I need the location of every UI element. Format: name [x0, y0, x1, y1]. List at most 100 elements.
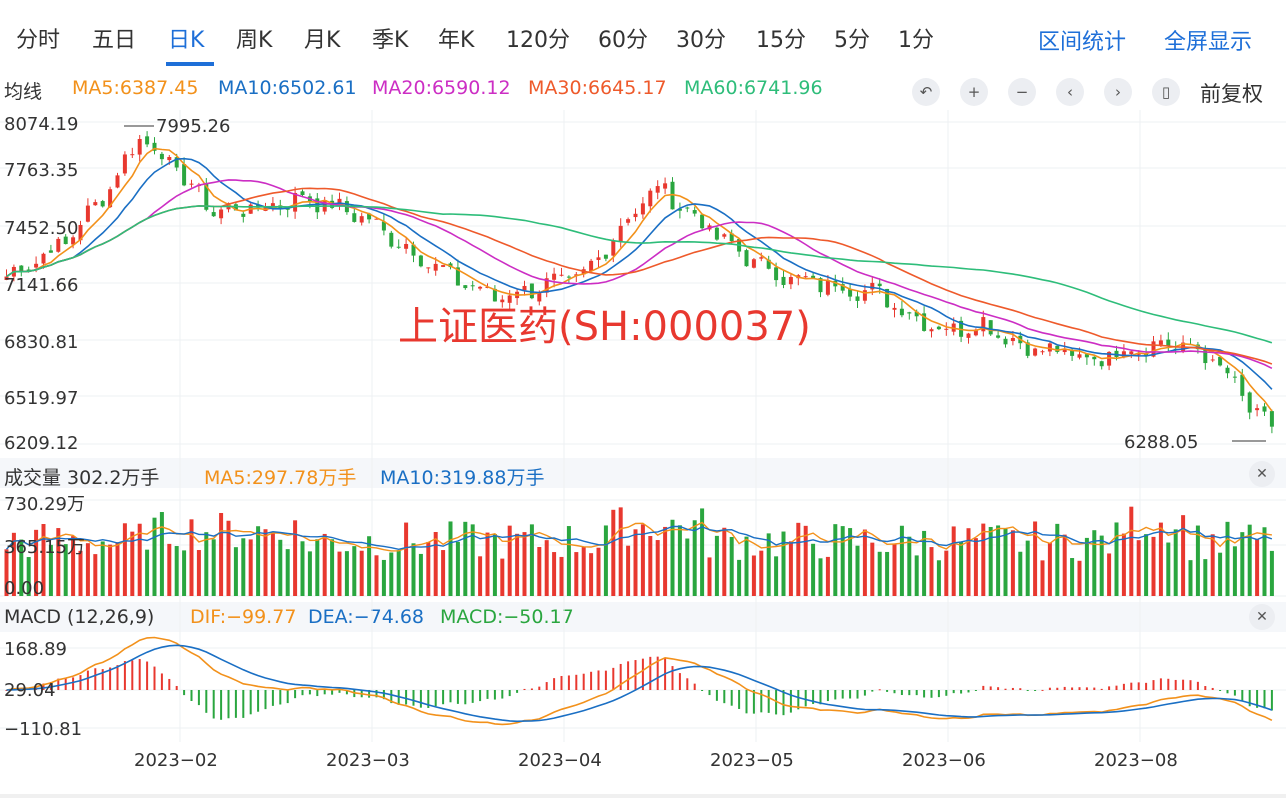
max-price-label: 7995.26 — [156, 116, 230, 137]
volume-bar — [263, 529, 268, 596]
candle-body — [433, 263, 438, 271]
volume-bar — [833, 524, 838, 596]
macd-bar — [220, 690, 223, 720]
candle-body — [1099, 361, 1104, 367]
volume-bar — [196, 550, 201, 596]
candle-body — [825, 280, 830, 295]
macd-bar — [294, 690, 297, 699]
macd-bar — [1004, 688, 1007, 690]
candle-body — [1269, 411, 1274, 427]
macd-bar — [1130, 682, 1133, 690]
candle-body — [56, 238, 61, 252]
volume-bar — [907, 536, 912, 596]
volume-bar — [1218, 552, 1223, 596]
volume-bar — [596, 547, 601, 596]
volume-bar — [537, 547, 542, 596]
volume-bar — [500, 558, 505, 596]
volume-bar — [359, 550, 364, 596]
macd-bar — [434, 690, 437, 707]
candle-body — [19, 265, 24, 272]
price-axis: 8074.19 7763.35 7452.50 7141.66 6830.81 … — [4, 114, 78, 454]
volume-bar — [640, 524, 645, 596]
candle-body — [611, 240, 616, 256]
volume-bar — [1232, 546, 1237, 596]
candle-body — [1158, 340, 1163, 345]
date-tick: 2023−03 — [326, 750, 410, 771]
candle-body — [944, 328, 949, 330]
candle-body — [389, 232, 394, 247]
volume-bar — [411, 543, 416, 596]
macd-bar — [678, 673, 681, 690]
macd-bar — [930, 690, 933, 698]
candle-body — [700, 214, 705, 229]
volume-bar — [137, 523, 142, 596]
candle-body — [189, 183, 194, 185]
volume-bar — [418, 553, 423, 596]
macd-bar — [419, 690, 422, 708]
candle-body — [1077, 354, 1082, 358]
candlesticks — [4, 131, 1274, 434]
candle-body — [781, 276, 786, 285]
candle-body — [1247, 392, 1252, 413]
macd-bar — [989, 686, 992, 690]
candle-body — [396, 246, 401, 248]
macd-bar — [886, 690, 889, 692]
volume-bar — [219, 512, 224, 596]
candle-body — [137, 138, 142, 155]
macd-bar — [1152, 680, 1155, 690]
volume-bar — [211, 539, 216, 596]
volume-bar — [759, 550, 764, 596]
macd-bar — [153, 666, 156, 690]
macd-bar — [686, 678, 689, 690]
macd-bar — [1100, 688, 1103, 690]
macd-bar — [730, 690, 733, 706]
stock-chart[interactable]: 上证医药(SH:000037) 7995.26 6288.05 8074.19 … — [0, 0, 1286, 798]
candle-body — [130, 154, 135, 156]
volume-bar — [1269, 550, 1274, 596]
volume-bar — [404, 522, 409, 596]
macd-bar — [471, 690, 474, 703]
candle-body — [426, 267, 431, 269]
volume-bar — [337, 551, 342, 596]
volume-bar — [751, 555, 756, 596]
macd-bar — [1056, 687, 1059, 690]
dea-line — [6, 644, 1273, 723]
volume-bar — [293, 520, 298, 596]
macd-bar — [582, 673, 585, 690]
candle-body — [404, 243, 409, 249]
macd-bar — [1122, 683, 1125, 690]
candle-body — [122, 154, 127, 174]
macd-bar — [175, 685, 178, 690]
macd-bar — [146, 661, 149, 690]
volume-ma5-line — [5, 521, 1272, 552]
candle-body — [34, 263, 39, 268]
volume-bar — [367, 536, 372, 596]
macd-tick: 29.04 — [4, 680, 56, 701]
macd-bar — [708, 690, 711, 696]
footer-bar — [0, 794, 1286, 798]
volume-bar — [352, 546, 357, 596]
volume-bar — [344, 551, 349, 596]
candle-body — [877, 283, 882, 287]
macd-bar — [760, 690, 763, 713]
macd-bar — [945, 690, 948, 696]
candle-body — [899, 308, 904, 316]
volume-bar — [433, 531, 438, 596]
macd-bar — [1145, 682, 1148, 690]
candle-body — [648, 190, 653, 207]
volume-bar — [766, 533, 771, 596]
macd-bar — [982, 685, 985, 690]
ma5-line — [6, 147, 1273, 412]
candle-body — [803, 276, 808, 278]
macd-bar — [649, 656, 652, 690]
macd-bar — [508, 690, 511, 697]
macd-bar — [72, 677, 75, 690]
macd-bar — [249, 690, 252, 715]
macd-bar — [1085, 687, 1088, 690]
candle-body — [85, 205, 90, 222]
volume-bar — [788, 541, 793, 596]
price-tick: 6830.81 — [4, 332, 78, 353]
macd-bar — [264, 690, 267, 710]
candle-body — [966, 333, 971, 338]
volume-bar — [1173, 529, 1178, 596]
